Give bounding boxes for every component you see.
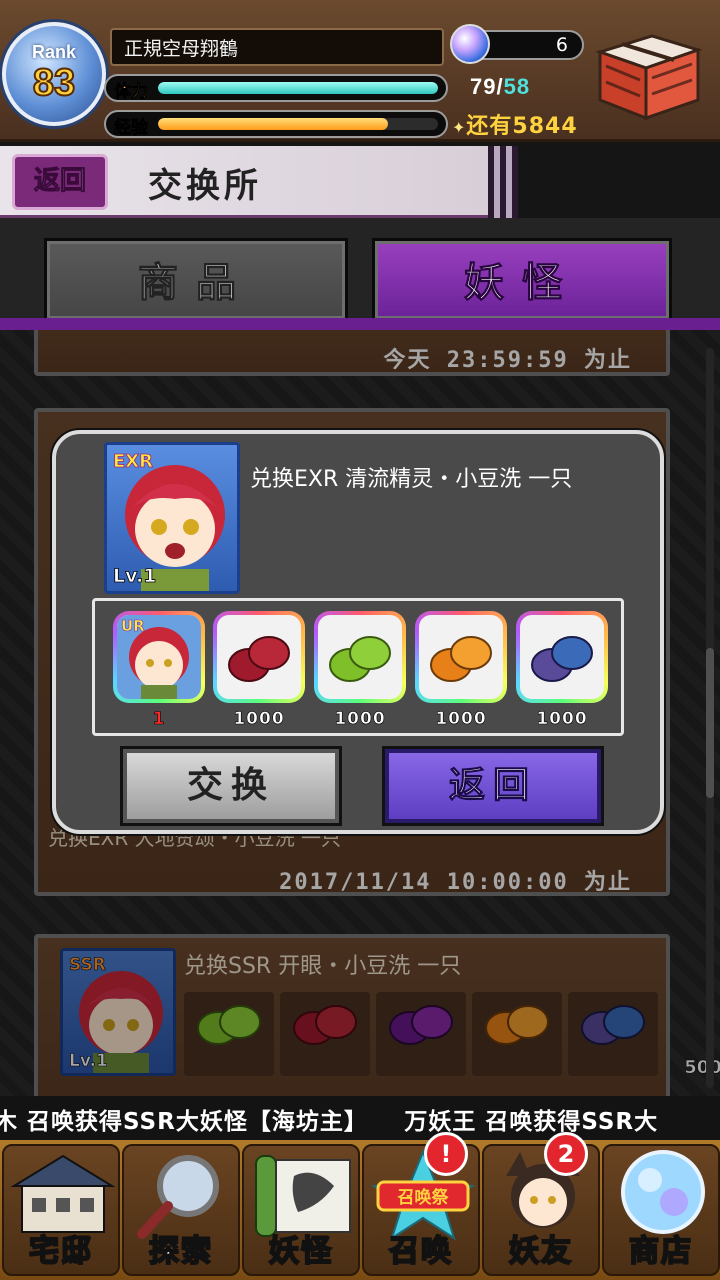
bottom-nav: 宅邸 探索 妖怪 召唤祭 ! 召唤 2 妖友 商店 (0, 1132, 720, 1280)
nav-label: 妖友 (508, 1233, 573, 1270)
sparkle-icon: ✦ (452, 118, 467, 137)
cost-qty: 1000 (334, 709, 386, 730)
stamina-bar: 体力 (104, 74, 448, 102)
exchange-description: 兑换EXR 清流精灵・小豆洗 一只 (250, 467, 573, 492)
cost-item-orange-bean[interactable]: 1000 (415, 611, 507, 729)
tab-yokai[interactable]: 妖怪 (372, 238, 672, 322)
nav-explore[interactable]: 探索 (122, 1144, 240, 1276)
rarity-badge: EXR (113, 451, 154, 473)
stamina-max: 58 (503, 74, 531, 99)
yokai-portrait: EXR Lv.1 (104, 442, 240, 594)
exp-fill (158, 118, 388, 130)
summon-banner-text: 召唤祭 (398, 1187, 450, 1208)
nav-label: 召唤 (388, 1233, 453, 1270)
player-name: 正規空母翔鶴 (110, 28, 444, 66)
tab-bar: 商品 妖怪 (0, 218, 720, 330)
cost-qty: 1000 (233, 709, 285, 730)
exp-label: 经验 (114, 118, 149, 139)
cost-qty: 1000 (536, 709, 588, 730)
stamina-fill (158, 82, 438, 94)
modal-back-button[interactable]: 返回 (382, 746, 604, 826)
blue-bean-icon (531, 636, 593, 682)
announcement-ticker: 木 召唤获得SSR大妖怪【海坊主】 万妖王 召唤获得SSR大 (0, 1096, 720, 1140)
ticker-text: 木 召唤获得SSR大妖怪【海坊主】 万妖王 召唤获得SSR大 (0, 1109, 659, 1135)
page-title: 交换所 (148, 166, 262, 206)
cost-qty: 1 (152, 709, 166, 730)
remaining-time: ✦还有5844 (452, 108, 578, 140)
level-label: Lv.1 (113, 565, 157, 588)
tab-goods[interactable]: 商品 (44, 238, 348, 322)
cost-item-shikigami[interactable]: UR 1 (113, 611, 205, 729)
rank-value: 83 (32, 62, 76, 104)
green-bean-icon (329, 636, 391, 682)
nav-label: 探索 (148, 1233, 213, 1270)
remaining-text: 还有5844 (466, 114, 578, 139)
stamina-numbers: 79/58 (470, 74, 530, 100)
exchange-button[interactable]: 交换 (120, 746, 342, 826)
cost-item-green-bean[interactable]: 1000 (314, 611, 406, 729)
red-bean-icon (228, 636, 290, 682)
exp-bar: 经验 (104, 110, 448, 138)
nav-mansion[interactable]: 宅邸 (2, 1144, 120, 1276)
status-bar: Rank 83 正規空母翔鶴 体力 经验 6 79/58 ✦还有5844 (0, 0, 720, 142)
cost-list: UR 1 1000 1000 1000 1000 (92, 598, 624, 736)
stamina-label: 体力 (114, 82, 149, 103)
cost-item-red-bean[interactable]: 1000 (213, 611, 305, 729)
nav-label: 妖怪 (268, 1233, 333, 1270)
gift-box-icon[interactable] (592, 30, 704, 122)
nav-yokai[interactable]: 妖怪 (242, 1144, 360, 1276)
orange-bean-icon (430, 636, 492, 682)
notification-badge: 2 (544, 1132, 588, 1176)
gem-count: 6 (555, 34, 568, 56)
stamina-current: 79 (470, 74, 497, 99)
exchange-dialog: EXR Lv.1 兑换EXR 清流精灵・小豆洗 一只 UR 1 1000 100… (52, 430, 664, 834)
rank-label: Rank (31, 42, 76, 62)
stamina-separator: / (496, 74, 504, 99)
magatama-gem-icon (450, 24, 490, 64)
gem-counter[interactable]: 6 (450, 24, 584, 64)
tab-underline (0, 318, 720, 330)
nav-summon[interactable]: 召唤祭 ! 召唤 (362, 1132, 480, 1276)
cost-item-blue-bean[interactable]: 1000 (516, 611, 608, 729)
nav-shop[interactable]: 商店 (602, 1144, 720, 1276)
nav-friends[interactable]: 2 妖友 (482, 1132, 600, 1276)
ur-badge: UR (121, 617, 145, 636)
rank-badge[interactable]: Rank 83 (2, 22, 106, 126)
cost-qty: 1000 (435, 709, 487, 730)
back-button[interactable]: 返回 (12, 154, 108, 210)
page-header: 返回 交换所 (0, 146, 518, 218)
nav-label: 商店 (628, 1233, 693, 1270)
nav-label: 宅邸 (28, 1233, 93, 1270)
notification-badge: ! (424, 1132, 468, 1176)
